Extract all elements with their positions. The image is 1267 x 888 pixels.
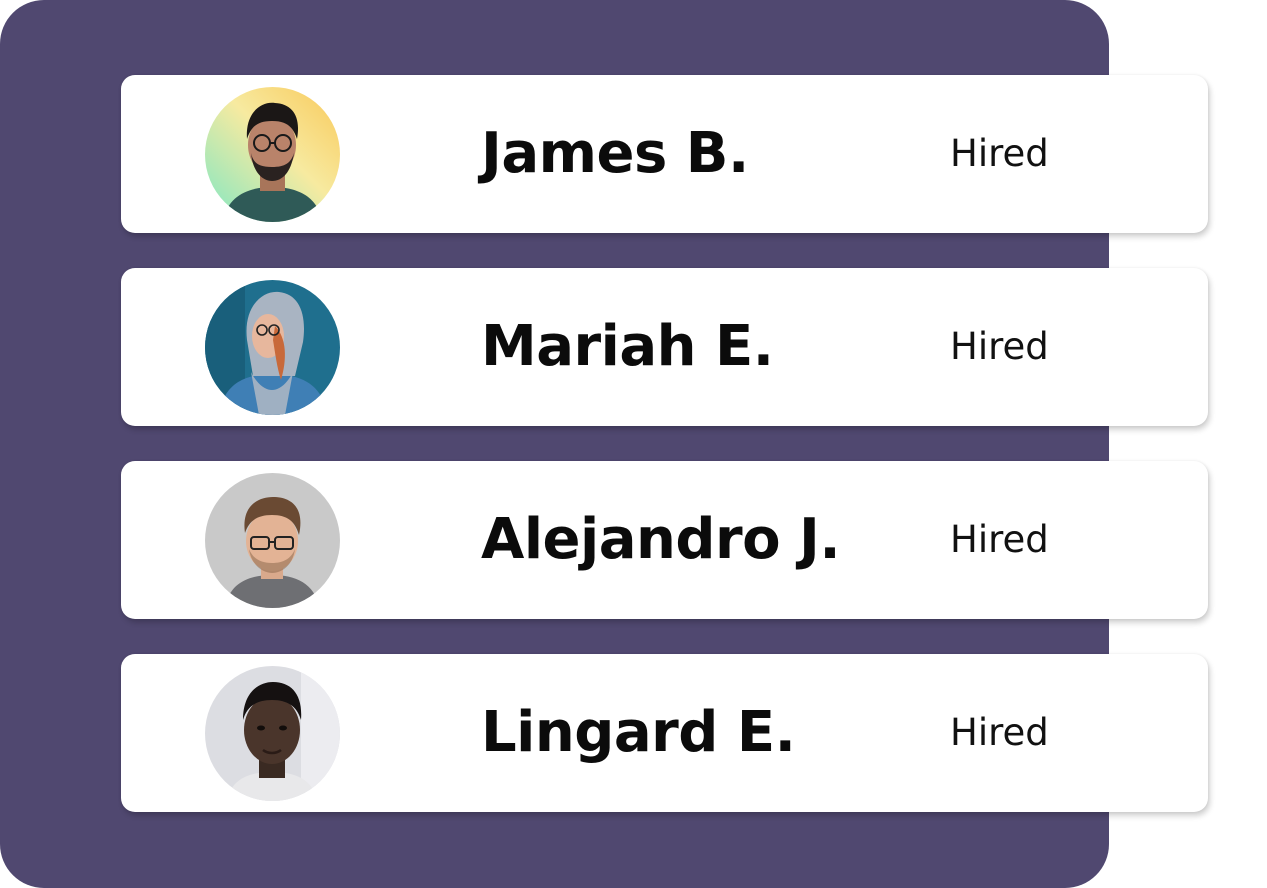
status-label: Hired	[950, 132, 1049, 175]
hired-candidates-widget: James B. Hired Mariah E. Hired Alejandro…	[0, 0, 1267, 888]
avatar	[205, 666, 340, 801]
candidate-name: James B.	[481, 121, 749, 186]
candidate-name: Alejandro J.	[481, 507, 841, 572]
candidate-card[interactable]: Lingard E. Hired	[121, 654, 1208, 812]
candidate-list: James B. Hired Mariah E. Hired Alejandro…	[121, 75, 1208, 847]
avatar	[205, 280, 340, 415]
status-label: Hired	[950, 711, 1049, 754]
candidate-card[interactable]: Mariah E. Hired	[121, 268, 1208, 426]
person-avatar-icon	[205, 280, 340, 415]
person-avatar-icon	[205, 666, 340, 801]
person-avatar-icon	[205, 473, 340, 608]
candidate-name: Mariah E.	[481, 314, 774, 379]
person-avatar-icon	[205, 87, 340, 222]
candidate-card[interactable]: Alejandro J. Hired	[121, 461, 1208, 619]
candidate-card[interactable]: James B. Hired	[121, 75, 1208, 233]
candidate-name: Lingard E.	[481, 700, 796, 765]
status-label: Hired	[950, 518, 1049, 561]
status-label: Hired	[950, 325, 1049, 368]
avatar	[205, 473, 340, 608]
avatar	[205, 87, 340, 222]
